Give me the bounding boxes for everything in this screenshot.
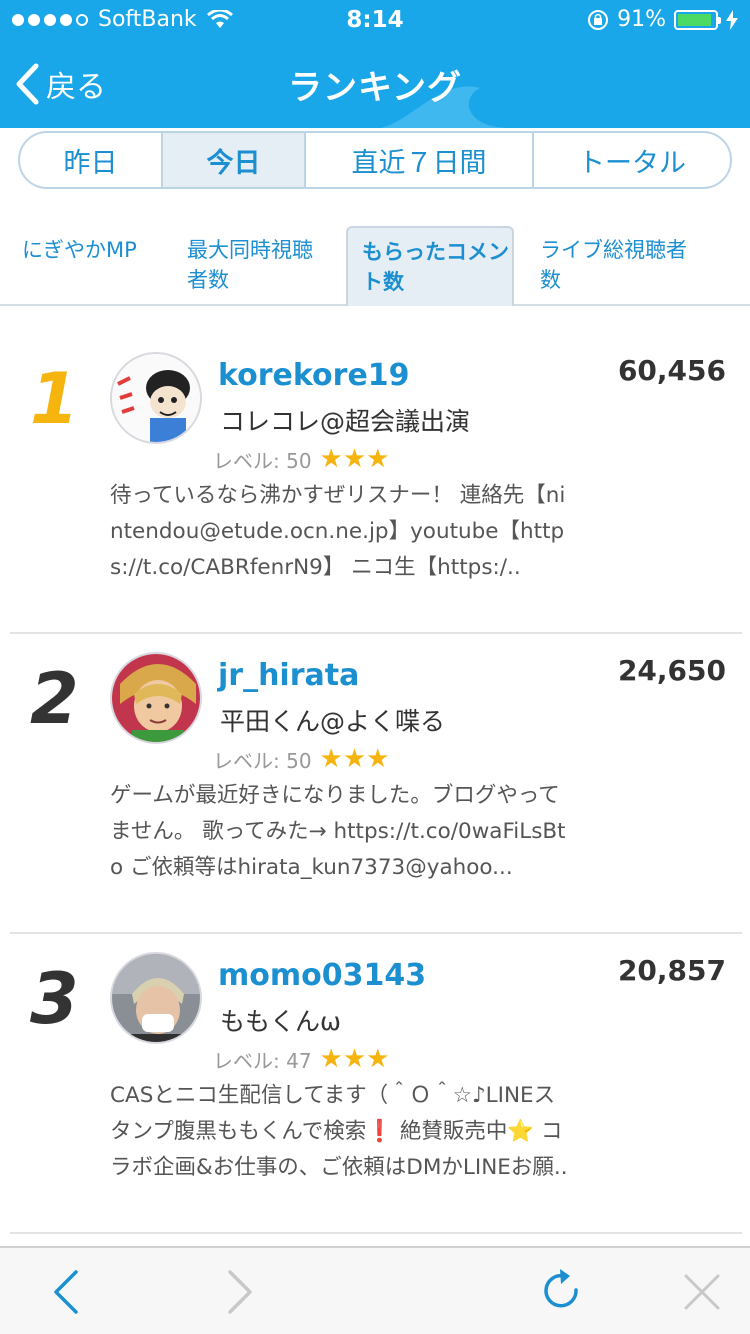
- user-level: レベル: 47 ★★★: [213, 1044, 389, 1074]
- tab-category-nigiyaka-mp[interactable]: にぎやかMP: [22, 226, 172, 306]
- category-tabs: にぎやかMP 最大同時視聴者数 もらったコメント数 ライブ総視聴者数: [0, 226, 750, 306]
- charging-bolt-icon: [726, 9, 738, 30]
- back-arrow-icon[interactable]: [42, 1266, 94, 1318]
- ranking-row[interactable]: 2 jr_hirata 平田くん@よく喋る レベル: 50 ★★★ ゲームが最近…: [0, 652, 750, 952]
- comment-count: 24,650: [617, 654, 726, 687]
- avatar[interactable]: [110, 352, 202, 444]
- divider: [10, 1232, 742, 1234]
- tab-label: もらったコメント数: [362, 240, 509, 294]
- star-rating-icon: ★★★: [319, 744, 390, 774]
- reload-icon[interactable]: [536, 1266, 588, 1318]
- app-header: SoftBank 8:14 91% 戻る ランキング: [0, 0, 750, 128]
- user-id-link[interactable]: momo03143: [218, 958, 426, 993]
- rank-number: 1: [30, 358, 79, 440]
- comment-count: 60,456: [617, 354, 726, 387]
- divider: [10, 932, 742, 934]
- close-icon[interactable]: [676, 1266, 728, 1318]
- avatar[interactable]: [110, 952, 202, 1044]
- user-level: レベル: 50 ★★★: [213, 444, 389, 474]
- star-rating-icon: ★★★: [319, 444, 390, 474]
- tab-label: にぎやかMP: [22, 238, 137, 262]
- tab-label: ライブ総視聴者数: [540, 238, 687, 292]
- level-label: レベル: 50: [213, 748, 312, 773]
- user-display-name: コレコレ@超会議出演: [220, 407, 471, 436]
- status-bar: SoftBank 8:14 91%: [0, 0, 750, 40]
- rotation-lock-icon: [588, 9, 609, 30]
- tab-label: 今日: [206, 147, 261, 179]
- tab-category-max-viewers[interactable]: 最大同時視聴者数: [187, 226, 332, 306]
- battery-icon: [674, 9, 721, 30]
- divider: [10, 632, 742, 634]
- period-segmented-control: 昨日 今日 直近７日間 トータル: [18, 131, 732, 189]
- user-id-link[interactable]: korekore19: [218, 358, 410, 393]
- level-label: レベル: 47: [213, 1048, 312, 1073]
- tab-today[interactable]: 今日: [163, 133, 306, 187]
- tab-last-7-days[interactable]: 直近７日間: [306, 133, 534, 187]
- tab-label: 最大同時視聴者数: [187, 238, 313, 292]
- tab-category-total-viewers[interactable]: ライブ総視聴者数: [540, 226, 690, 306]
- user-id-link[interactable]: jr_hirata: [218, 658, 359, 693]
- tab-total[interactable]: トータル: [534, 133, 730, 187]
- browser-toolbar: [0, 1246, 750, 1334]
- level-label: レベル: 50: [213, 448, 312, 473]
- star-rating-icon: ★★★: [319, 1044, 390, 1074]
- user-level: レベル: 50 ★★★: [213, 744, 389, 774]
- user-description: ゲームが最近好きになりました。ブログやってません。 歌ってみた→ https:/…: [110, 783, 566, 880]
- user-display-name: 平田くん@よく喋る: [220, 707, 446, 736]
- tab-label: 直近７日間: [351, 147, 487, 179]
- tab-yesterday[interactable]: 昨日: [20, 133, 163, 187]
- rank-number: 3: [30, 958, 79, 1040]
- comment-count: 20,857: [617, 954, 726, 987]
- tab-category-comments-received[interactable]: もらったコメント数: [346, 226, 514, 306]
- tab-label: 昨日: [63, 147, 118, 179]
- user-description: 待っているなら沸かすぜリスナー！ 連絡先【nintendou@etude.ocn…: [110, 483, 566, 580]
- rank-number: 2: [30, 658, 79, 740]
- forward-arrow-icon[interactable]: [212, 1266, 264, 1318]
- user-description: CASとニコ生配信してます（＾Ｏ＾☆♪LINEスタンプ腹黒ももくんで検索❗️ 絶…: [110, 1083, 568, 1180]
- battery-percent: 91%: [617, 7, 666, 32]
- ranking-row[interactable]: 3 momo03143 ももくんω レベル: 47 ★★★ CASとニコ生配信し…: [0, 952, 750, 1252]
- page-title: ランキング: [288, 68, 462, 108]
- avatar[interactable]: [110, 652, 202, 744]
- ranking-row[interactable]: 1 korekore19 コレコレ@超会議出演 レベル: 50 ★★★ 待ってい…: [0, 352, 750, 652]
- user-display-name: ももくんω: [220, 1007, 341, 1036]
- tab-label: トータル: [578, 147, 686, 179]
